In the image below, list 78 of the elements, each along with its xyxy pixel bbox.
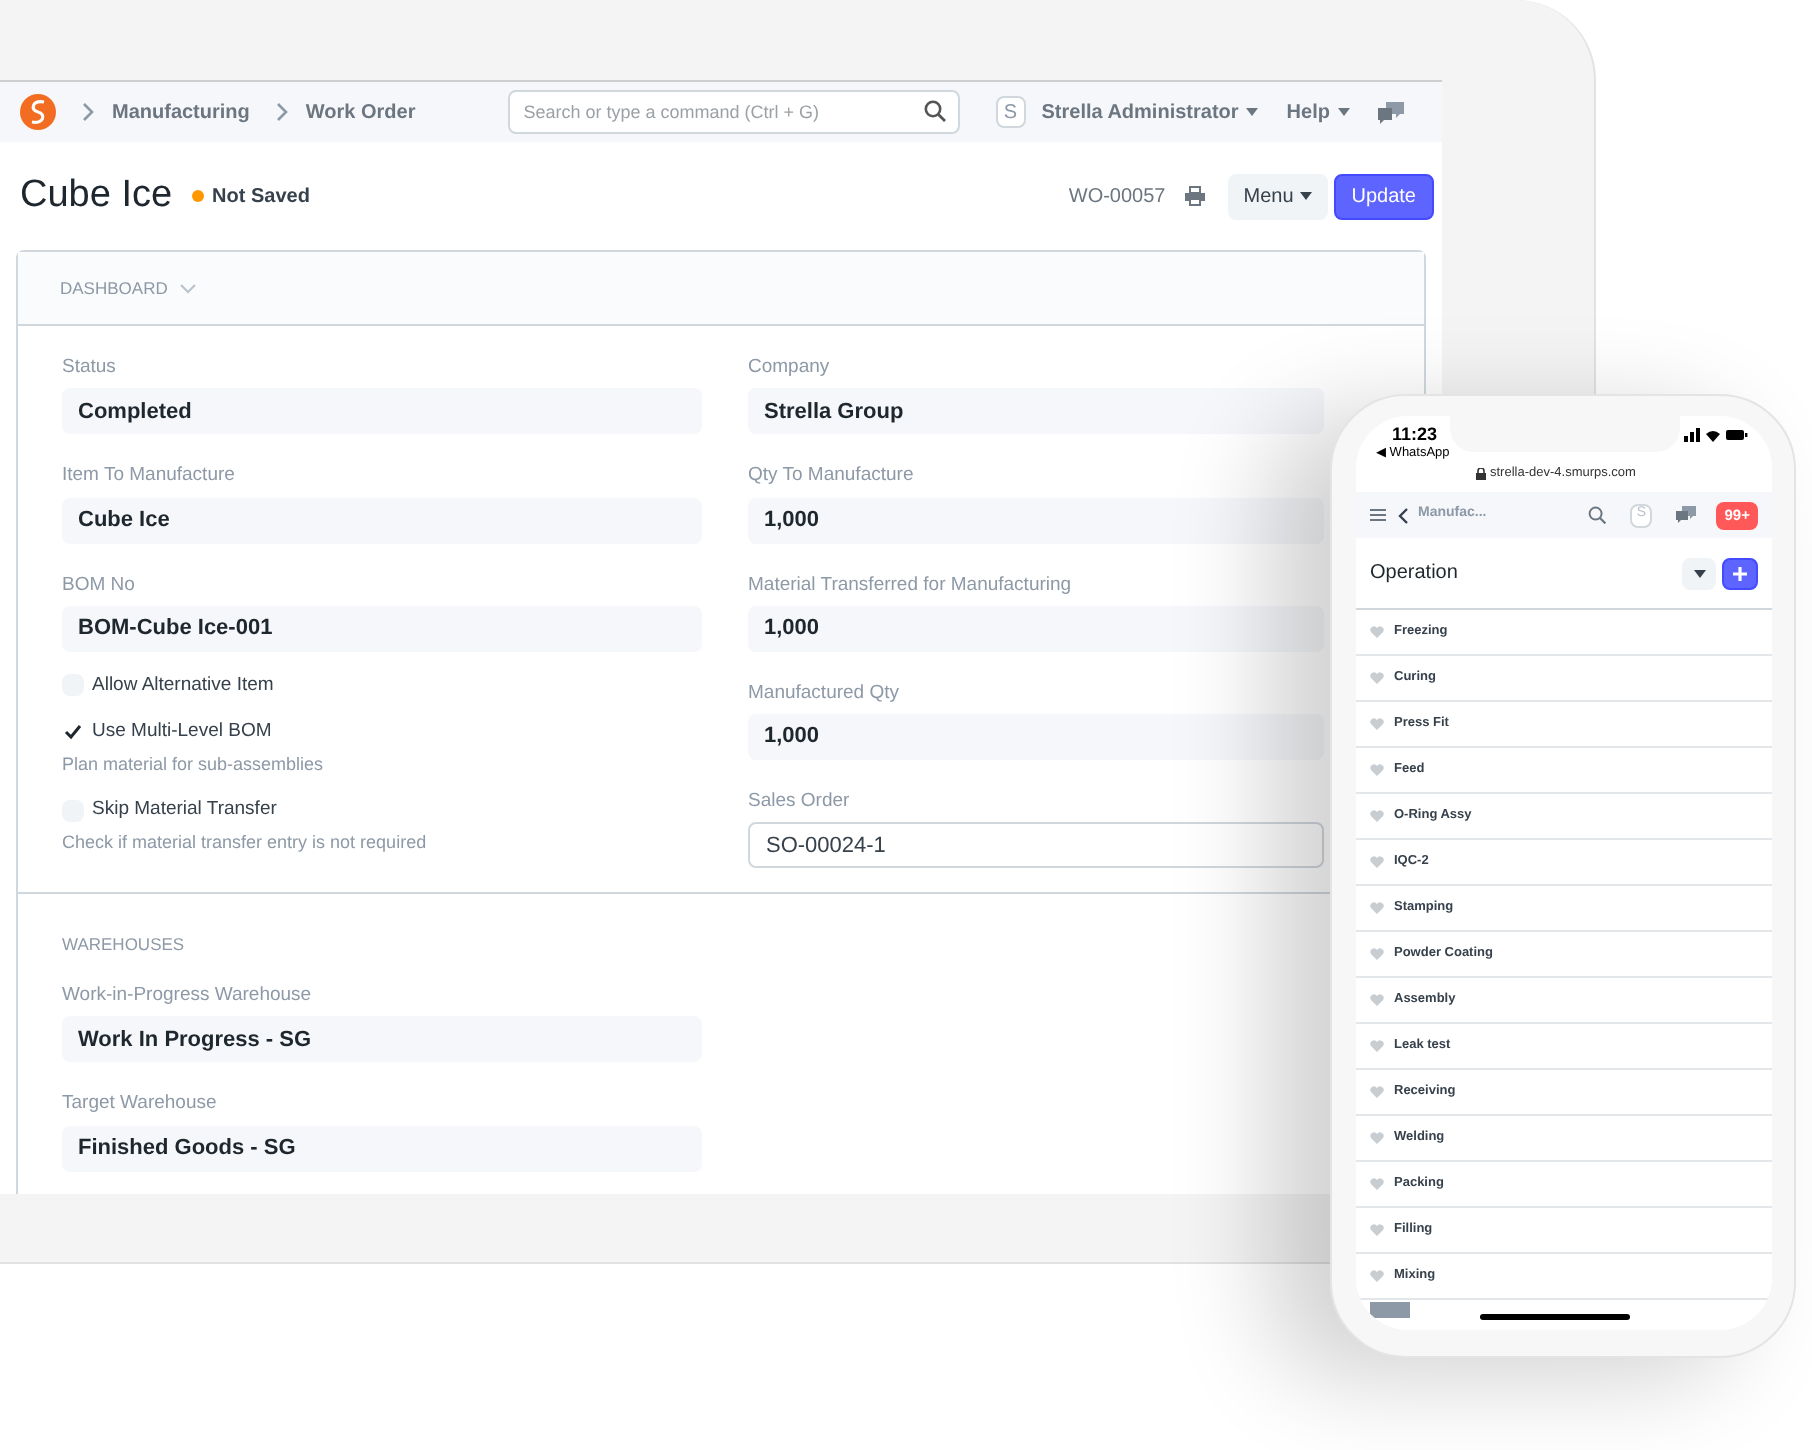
heart-icon (1370, 1040, 1384, 1052)
field-label: Company (748, 354, 832, 382)
input-field[interactable]: SO-00024-1 (748, 822, 1324, 869)
checkbox-label: Skip Material Transfer (92, 796, 277, 825)
field-value: Finished Goods - SG (62, 1125, 702, 1171)
menu-button[interactable]: Menu (1227, 173, 1328, 219)
field-value: 1,000 (748, 497, 1324, 543)
print-button[interactable] (1183, 186, 1206, 206)
chevron-right-icon (273, 102, 290, 122)
breadcrumb-link[interactable]: Manufacturing (112, 97, 250, 127)
caret-down-icon (1246, 108, 1259, 116)
page-title: Cube Ice (20, 171, 173, 220)
search-icon (923, 100, 946, 122)
heart-icon (1370, 810, 1384, 822)
checkmark-icon (64, 723, 82, 740)
status-dot-icon (192, 190, 205, 202)
chevron-left-icon (1398, 507, 1408, 523)
status-time: 11:23 (1392, 422, 1438, 446)
page-title: Operation (1370, 560, 1458, 588)
field-label: Qty To Manufacture (748, 462, 916, 491)
add-button[interactable] (1722, 557, 1758, 589)
heart-icon (1370, 1132, 1384, 1144)
dropdown-button[interactable] (1682, 557, 1716, 589)
heart-icon (1370, 1224, 1384, 1236)
chat-icon (1377, 101, 1404, 123)
caret-down-icon (1337, 108, 1350, 116)
help-menu[interactable]: Help (1286, 97, 1350, 127)
heart-icon (1370, 902, 1384, 914)
field-value: Work In Progress - SG (62, 1016, 702, 1063)
search-field[interactable]: Search or type a command (Ctrl + G) (507, 90, 960, 134)
field-label: Material Transferred for Manufacturing (748, 571, 1074, 599)
signal-wifi-battery-icon (1684, 428, 1748, 442)
heart-icon (1370, 1178, 1384, 1190)
breadcrumb-link[interactable]: Work Order (305, 97, 416, 127)
field-label: BOM No (62, 571, 137, 599)
update-button[interactable]: Update (1333, 173, 1434, 219)
help-text: Check if material transfer entry is not required (62, 830, 429, 857)
printer-icon (1183, 186, 1206, 206)
field-label: Work-in-Progress Warehouse (62, 982, 314, 1010)
caret-down-icon (1299, 192, 1312, 200)
status-indicator: Not Saved (212, 183, 310, 211)
field-value: 1,000 (748, 605, 1324, 652)
checkbox-label: Allow Alternative Item (92, 671, 274, 700)
field-label: Sales Order (748, 788, 852, 816)
menu-icon (1370, 508, 1386, 522)
document-name: WO-00057 (1068, 183, 1166, 211)
field-value: 1,000 (748, 714, 1324, 760)
checkbox[interactable] (62, 720, 84, 743)
menu-button[interactable] (1370, 508, 1386, 522)
field-label: Target Warehouse (62, 1090, 219, 1119)
lock-icon (1476, 467, 1486, 480)
heart-icon (1370, 718, 1384, 730)
chevron-right-icon (80, 102, 96, 122)
caret-down-icon (1693, 569, 1705, 577)
heart-icon (1370, 948, 1384, 960)
field-label: Status (62, 354, 118, 382)
heart-icon (1370, 994, 1384, 1006)
section-heading: WAREHOUSES (62, 932, 185, 958)
heart-icon (1370, 764, 1384, 776)
plus-icon (1732, 565, 1748, 581)
help-text: Plan material for sub-assemblies (62, 751, 326, 778)
field-value: Completed (62, 388, 702, 435)
field-value: Cube Ice (62, 497, 702, 543)
field-value: Strella Group (748, 388, 1324, 435)
user-menu[interactable]: Strella Administrator (1041, 97, 1259, 127)
chat-icon (1676, 506, 1697, 524)
heart-icon (1370, 672, 1384, 684)
heart-icon (1370, 1270, 1384, 1282)
search-icon (1588, 506, 1607, 524)
checkbox-label: Use Multi-Level BOM (92, 717, 272, 746)
heart-icon (1370, 856, 1384, 868)
heart-icon (1370, 626, 1384, 638)
heart-icon (1370, 1086, 1384, 1098)
chevron-down-icon (179, 283, 196, 293)
logo-icon (20, 94, 56, 130)
field-label: Item To Manufacture (62, 462, 237, 491)
field-label: Manufactured Qty (748, 679, 902, 708)
field-value: BOM-Cube Ice-001 (62, 605, 702, 652)
